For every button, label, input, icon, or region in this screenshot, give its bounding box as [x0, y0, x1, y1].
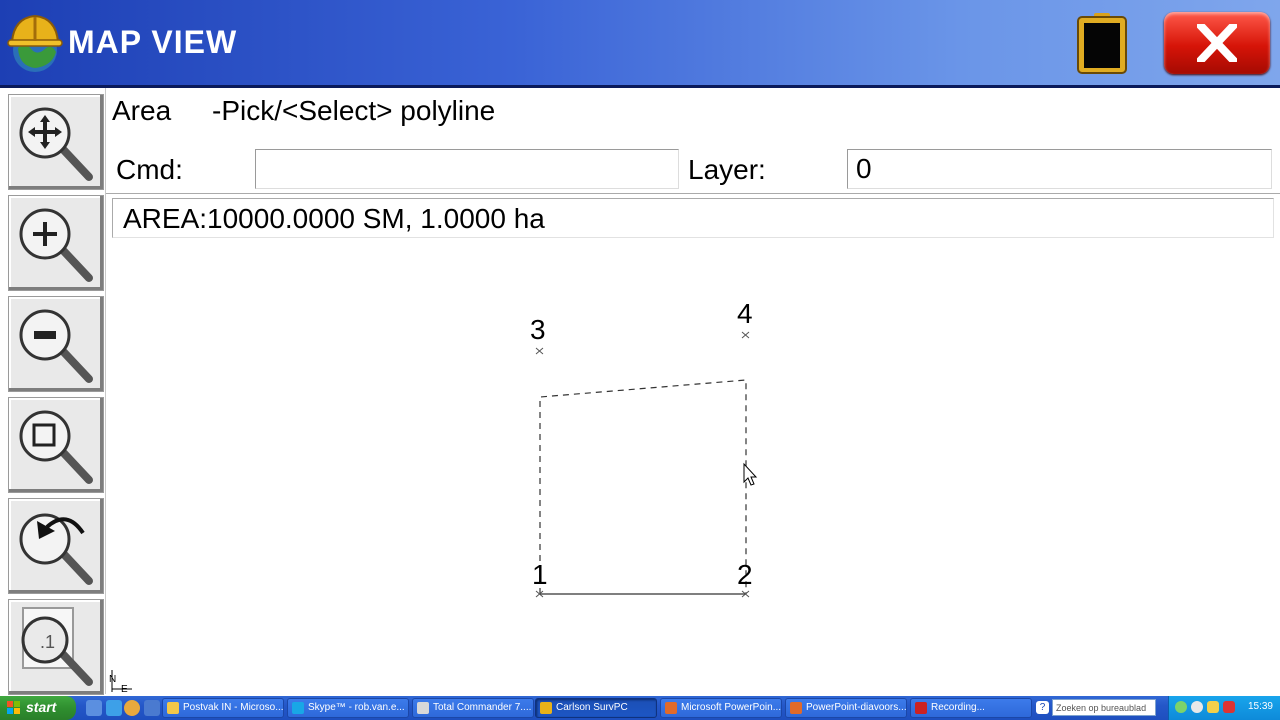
layer-field[interactable]: 0: [847, 149, 1272, 189]
svg-text:.1: .1: [40, 632, 55, 652]
outlook-icon: [167, 702, 179, 714]
zoom-in-button[interactable]: [8, 195, 104, 291]
taskbar-item-powerpoint-slideshow[interactable]: PowerPoint-diavoors...: [785, 698, 907, 718]
zoom-previous-button[interactable]: [8, 498, 104, 594]
zoom-extents-button[interactable]: .1: [8, 599, 104, 695]
zoom-previous-icon: [19, 513, 93, 585]
point-1-label: 1: [532, 559, 548, 590]
help-icon[interactable]: ?: [1036, 701, 1049, 714]
tray-skype-icon[interactable]: [1191, 701, 1203, 713]
polyline-boundary-dashed: [539, 379, 747, 594]
windows-logo-icon: [7, 701, 20, 714]
windows-taskbar: start Postvak IN - Microso... Skype™ - r…: [0, 696, 1280, 720]
zoom-in-icon: [19, 208, 93, 282]
mouse-cursor-icon: [743, 462, 758, 486]
taskbar-item-skype[interactable]: Skype™ - rob.van.e...: [287, 698, 409, 718]
pan-magnifier-icon: [19, 107, 93, 181]
command-name: Area: [112, 95, 172, 126]
battery-icon[interactable]: [1076, 12, 1128, 74]
close-button[interactable]: [1164, 12, 1270, 74]
point-4-marker[interactable]: [741, 331, 750, 339]
north-label: N: [109, 674, 116, 685]
cmd-label: Cmd:: [116, 154, 183, 185]
point-3-label: 3: [530, 314, 546, 345]
quicklaunch-desktop-icon[interactable]: [86, 700, 102, 716]
north-east-indicator-icon: N E: [109, 670, 132, 694]
zoom-out-icon: [19, 309, 93, 383]
start-label: start: [26, 699, 57, 715]
close-icon: [1197, 24, 1237, 62]
zoom-out-button[interactable]: [8, 296, 104, 392]
skype-icon: [292, 702, 304, 714]
zoom-window-button[interactable]: [8, 397, 104, 493]
command-prompt: -Pick/<Select> polyline: [212, 95, 496, 126]
app-title: MAP VIEW: [68, 24, 238, 60]
taskbar-item-powerpoint[interactable]: Microsoft PowerPoin...: [660, 698, 782, 718]
tray-network-icon[interactable]: [1175, 701, 1187, 713]
map-canvas[interactable]: 1 2 3 4 N E: [106, 240, 1280, 694]
east-label: E: [121, 684, 128, 694]
pan-button[interactable]: [8, 94, 104, 190]
tray-volume-icon[interactable]: [1207, 701, 1219, 713]
layer-label: Layer:: [688, 154, 766, 185]
zoom-extents-icon: .1: [21, 607, 93, 686]
point-3-marker[interactable]: [535, 347, 544, 355]
left-toolbar: .1: [0, 88, 106, 695]
point-4-label: 4: [737, 298, 753, 329]
point-2-label: 2: [737, 559, 753, 590]
carlson-icon: [540, 702, 552, 714]
quicklaunch-chrome-icon[interactable]: [124, 700, 140, 716]
app-logo-icon: [7, 14, 63, 72]
powerpoint-icon: [665, 702, 677, 714]
quicklaunch-ie-icon[interactable]: [106, 700, 122, 716]
system-tray: 15:39: [1168, 696, 1280, 720]
tray-security-icon[interactable]: [1223, 701, 1235, 713]
separator-line: [106, 193, 1280, 194]
taskbar-item-outlook[interactable]: Postvak IN - Microso...: [162, 698, 284, 718]
total-commander-icon: [417, 702, 429, 714]
start-button[interactable]: start: [0, 696, 76, 720]
slideshow-icon: [790, 702, 802, 714]
taskbar-item-carlson-survpc[interactable]: Carlson SurvPC: [535, 698, 657, 718]
taskbar-item-recording[interactable]: Recording...: [910, 698, 1032, 718]
area-result: AREA:10000.0000 SM, 1.0000 ha: [112, 198, 1274, 238]
title-bar: MAP VIEW: [0, 0, 1280, 88]
quicklaunch-more-icon[interactable]: [144, 700, 160, 716]
desktop-search-input[interactable]: Zoeken op bureaublad: [1052, 699, 1156, 716]
taskbar-item-total-commander[interactable]: Total Commander 7....: [412, 698, 534, 718]
zoom-window-icon: [19, 410, 93, 484]
clock: 15:39: [1247, 701, 1273, 712]
recording-icon: [915, 702, 927, 714]
cmd-input[interactable]: [255, 149, 679, 189]
